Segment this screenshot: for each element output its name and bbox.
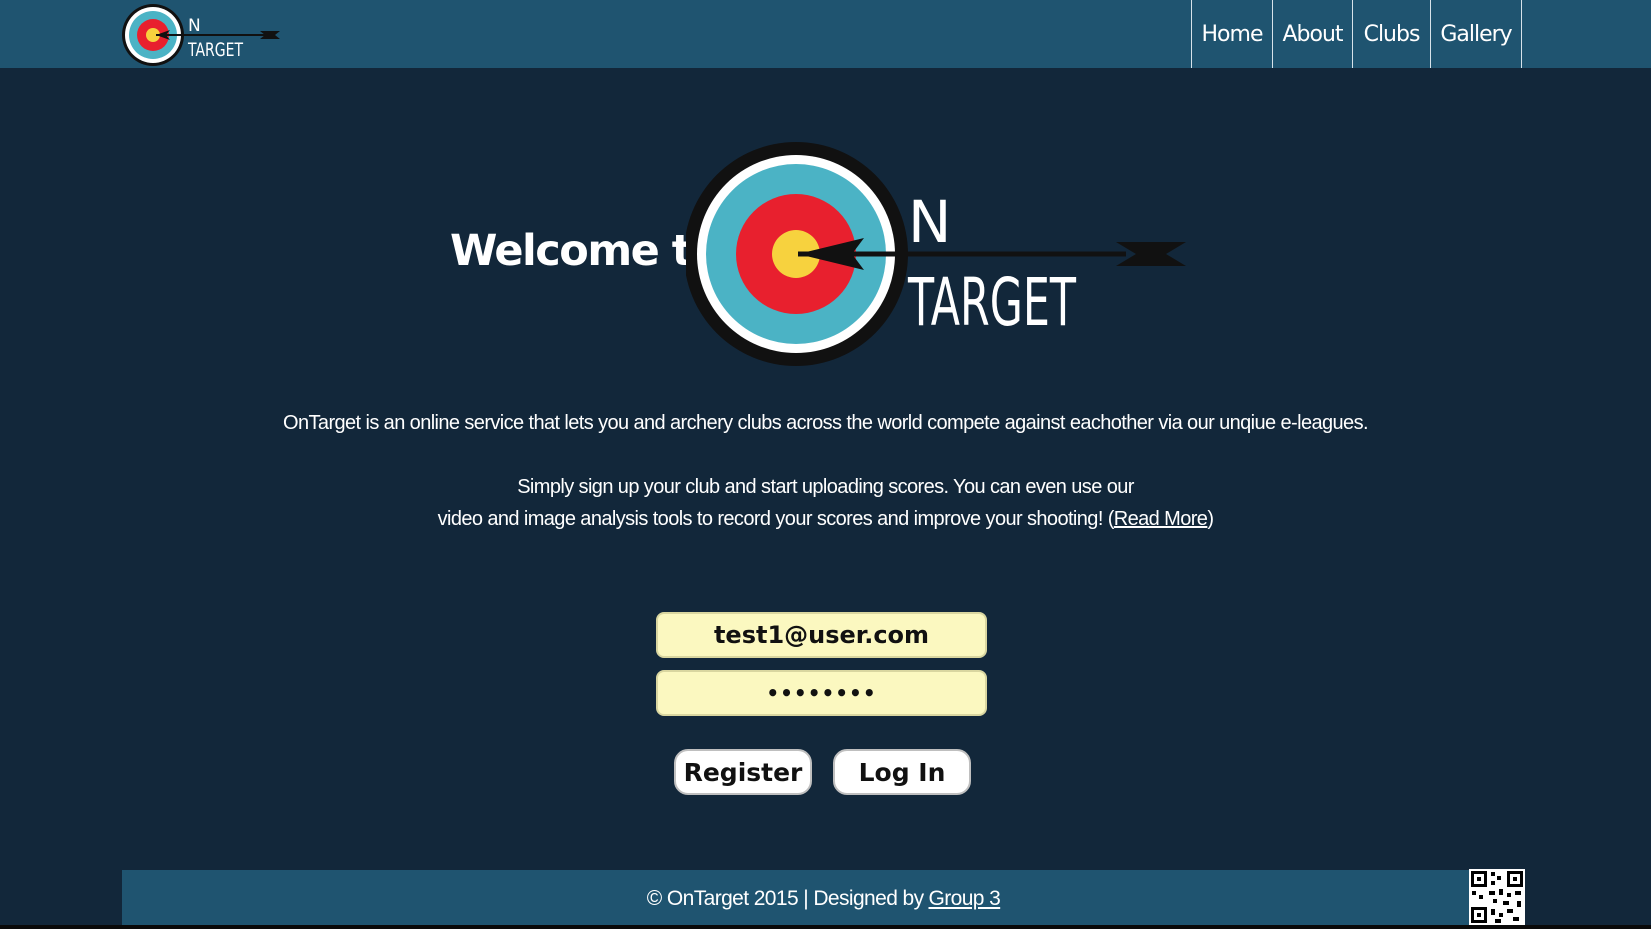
top-nav-bar: N TARGET Home About Clubs Gallery (0, 0, 1651, 68)
logo-large-letter-n: N (908, 188, 951, 256)
page: N TARGET Home About Clubs Gallery Welcom… (0, 0, 1651, 929)
logo-small-word: TARGET (187, 39, 243, 61)
password-field[interactable]: •••••••• (656, 670, 987, 716)
intro-line-3-close: ) (1207, 508, 1214, 530)
nav-gallery[interactable]: Gallery (1431, 0, 1522, 68)
nav-clubs[interactable]: Clubs (1353, 0, 1431, 68)
welcome-heading: Welcome to (450, 226, 720, 276)
nav-about[interactable]: About (1273, 0, 1353, 68)
footer-text: © OnTarget 2015 | Designed by Group 3 (122, 870, 1525, 927)
footer-copyright: © OnTarget 2015 | Designed by (646, 886, 924, 910)
footer-bar: © OnTarget 2015 | Designed by Group 3 (122, 870, 1525, 927)
main-nav: Home About Clubs Gallery (1191, 0, 1522, 68)
logo-large-word: TARGET (907, 264, 1076, 341)
intro-line-3: video and image analysis tools to record… (0, 508, 1651, 531)
ontarget-logo-large: N TARGET (686, 142, 1186, 366)
qr-code-icon (1469, 869, 1525, 925)
register-button[interactable]: Register (674, 749, 812, 795)
intro-line-1: OnTarget is an online service that lets … (283, 412, 1368, 434)
read-more-link[interactable]: Read More (1114, 508, 1208, 530)
intro-line-3-text: video and image analysis tools to record… (437, 508, 1115, 530)
logo-small-letter-n: N (188, 16, 201, 36)
footer-group-link[interactable]: Group 3 (929, 887, 1001, 911)
login-button[interactable]: Log In (833, 749, 971, 795)
bottom-strip (0, 925, 1651, 929)
nav-home[interactable]: Home (1192, 0, 1273, 68)
intro-line-2: Simply sign up your club and start uploa… (517, 476, 1134, 498)
ontarget-logo-small[interactable]: N TARGET (120, 2, 290, 68)
email-field[interactable]: test1@user.com (656, 612, 987, 658)
